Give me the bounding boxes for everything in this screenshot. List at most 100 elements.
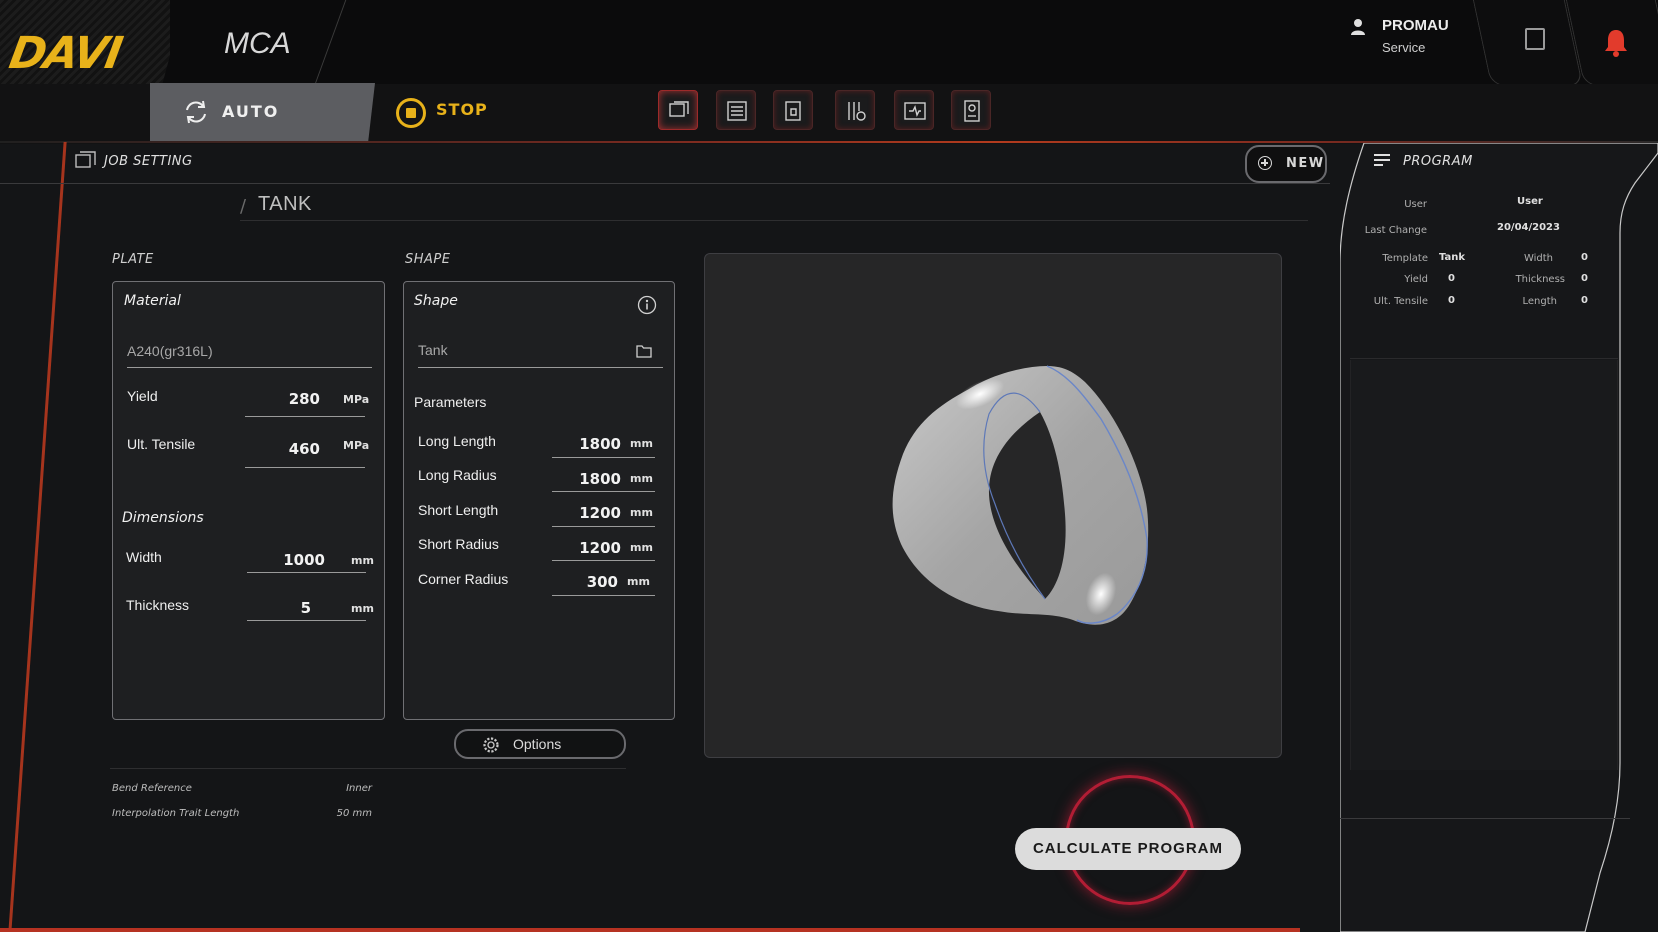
breadcrumb-separator: /	[240, 196, 247, 217]
calculate-program-label[interactable]: CALCULATE PROGRAM	[1015, 840, 1241, 857]
gear-icon[interactable]	[481, 735, 501, 755]
new-button-label[interactable]: NEW	[1286, 156, 1325, 171]
plus-circle-icon[interactable]	[1258, 156, 1272, 170]
parameters-title: Parameters	[414, 394, 487, 410]
corner-radius-label: Corner Radius	[418, 571, 509, 587]
yield-underline	[245, 416, 365, 417]
yield-input[interactable]: 280	[245, 390, 320, 408]
yield-label: Yield	[127, 388, 158, 404]
machine-settings-tool-button[interactable]	[835, 90, 875, 130]
ult-tensile-underline	[245, 467, 365, 468]
reports-icon	[964, 100, 980, 122]
folder-icon[interactable]	[636, 344, 652, 358]
width-unit: mm	[351, 554, 374, 567]
info-icon[interactable]	[637, 295, 657, 315]
interpolation-trait-label: Interpolation Trait Length	[112, 808, 240, 819]
short-length-label: Short Length	[418, 502, 499, 518]
program-width-label: Width	[1523, 253, 1553, 264]
diagnostics-icon	[904, 102, 926, 120]
width-underline	[247, 572, 366, 573]
program-yield-value: 0	[1448, 273, 1455, 284]
frame-bottom-edge	[0, 928, 1300, 932]
job-header-divider	[0, 183, 1330, 184]
yield-unit: MPa	[343, 393, 370, 406]
program-template-label: Template	[1382, 253, 1428, 264]
program-length-value: 0	[1581, 295, 1588, 306]
short-length-input[interactable]: 1200	[552, 504, 621, 522]
shape-section-label: SHAPE	[405, 252, 451, 267]
program-yield-label: Yield	[1404, 274, 1428, 285]
app-name: MCA	[224, 27, 291, 60]
program-user-value: User	[1517, 196, 1543, 207]
bend-reference-label: Bend Reference	[112, 783, 192, 794]
corner-radius-unit: mm	[627, 575, 650, 588]
thickness-underline	[247, 620, 366, 621]
thickness-unit: mm	[351, 602, 374, 615]
program-width-value: 0	[1581, 252, 1588, 263]
program-list-tool-button[interactable]	[716, 90, 756, 130]
long-length-underline	[552, 457, 655, 458]
material-title: Material	[124, 293, 181, 309]
program-ult-tensile-value: 0	[1448, 295, 1455, 306]
program-user-label: User	[1404, 199, 1427, 210]
short-length-unit: mm	[630, 506, 653, 519]
stop-icon[interactable]	[396, 98, 426, 128]
job-setting-icon	[669, 101, 689, 117]
width-label: Width	[126, 549, 162, 565]
diagnostics-tool-button[interactable]	[894, 90, 934, 130]
job-setting-title: JOB SETTING	[104, 154, 193, 169]
auto-mode-label[interactable]: AUTO	[222, 102, 279, 121]
corner-radius-underline	[552, 595, 655, 596]
long-radius-underline	[552, 491, 655, 492]
user-name[interactable]: PROMAU	[1382, 17, 1449, 34]
program-last-change-label: Last Change	[1364, 225, 1427, 236]
note-icon[interactable]	[1525, 28, 1545, 50]
program-divider	[1350, 358, 1618, 359]
breadcrumb: TANK	[258, 193, 312, 215]
thickness-input[interactable]: 5	[246, 599, 311, 617]
user-icon	[1351, 19, 1365, 35]
user-role: Service	[1382, 40, 1426, 55]
dimensions-title: Dimensions	[122, 510, 204, 526]
program-thickness-value: 0	[1581, 273, 1588, 284]
breadcrumb-divider	[240, 220, 1308, 221]
corner-radius-input[interactable]: 300	[552, 573, 618, 591]
job-setting-tool-button[interactable]	[658, 90, 698, 130]
shape-preview-viewport[interactable]	[704, 253, 1282, 758]
material-underline	[127, 367, 372, 368]
tooling-icon	[785, 101, 801, 121]
brand-logo: DAVI	[5, 28, 125, 79]
long-length-label: Long Length	[418, 433, 496, 449]
options-button-label[interactable]: Options	[513, 736, 561, 752]
program-thickness-label: Thickness	[1515, 274, 1565, 285]
reports-tool-button[interactable]	[951, 90, 991, 130]
program-ult-tensile-label: Ult. Tensile	[1373, 296, 1428, 307]
tank-3d-model	[892, 365, 1149, 625]
long-radius-input[interactable]: 1800	[552, 470, 621, 488]
tooling-tool-button[interactable]	[773, 90, 813, 130]
bell-icon[interactable]	[1604, 28, 1628, 58]
short-length-underline	[552, 526, 655, 527]
bend-reference-value: Inner	[346, 783, 372, 794]
short-radius-underline	[552, 560, 655, 561]
material-input[interactable]: A240(gr316L)	[127, 343, 213, 359]
program-steps-list[interactable]	[1350, 360, 1618, 770]
program-list-icon	[727, 101, 747, 121]
stop-button-label[interactable]: STOP	[436, 100, 488, 119]
plate-section-label: PLATE	[112, 252, 154, 267]
job-setting-icon	[75, 151, 96, 168]
shape-input[interactable]: Tank	[418, 342, 448, 358]
program-length-label: Length	[1522, 296, 1558, 307]
interpolation-trait-value: 50 mm	[336, 808, 372, 819]
width-input[interactable]: 1000	[246, 551, 325, 569]
ult-tensile-input[interactable]: 460	[245, 440, 320, 458]
long-length-input[interactable]: 1800	[552, 435, 621, 453]
long-radius-unit: mm	[630, 472, 653, 485]
program-template-value: Tank	[1439, 252, 1466, 263]
shape-title: Shape	[414, 293, 458, 309]
cycle-icon	[186, 100, 206, 124]
machine-settings-icon	[848, 102, 866, 121]
long-radius-label: Long Radius	[418, 467, 497, 483]
short-radius-input[interactable]: 1200	[552, 539, 621, 557]
list-menu-icon	[1374, 154, 1390, 166]
